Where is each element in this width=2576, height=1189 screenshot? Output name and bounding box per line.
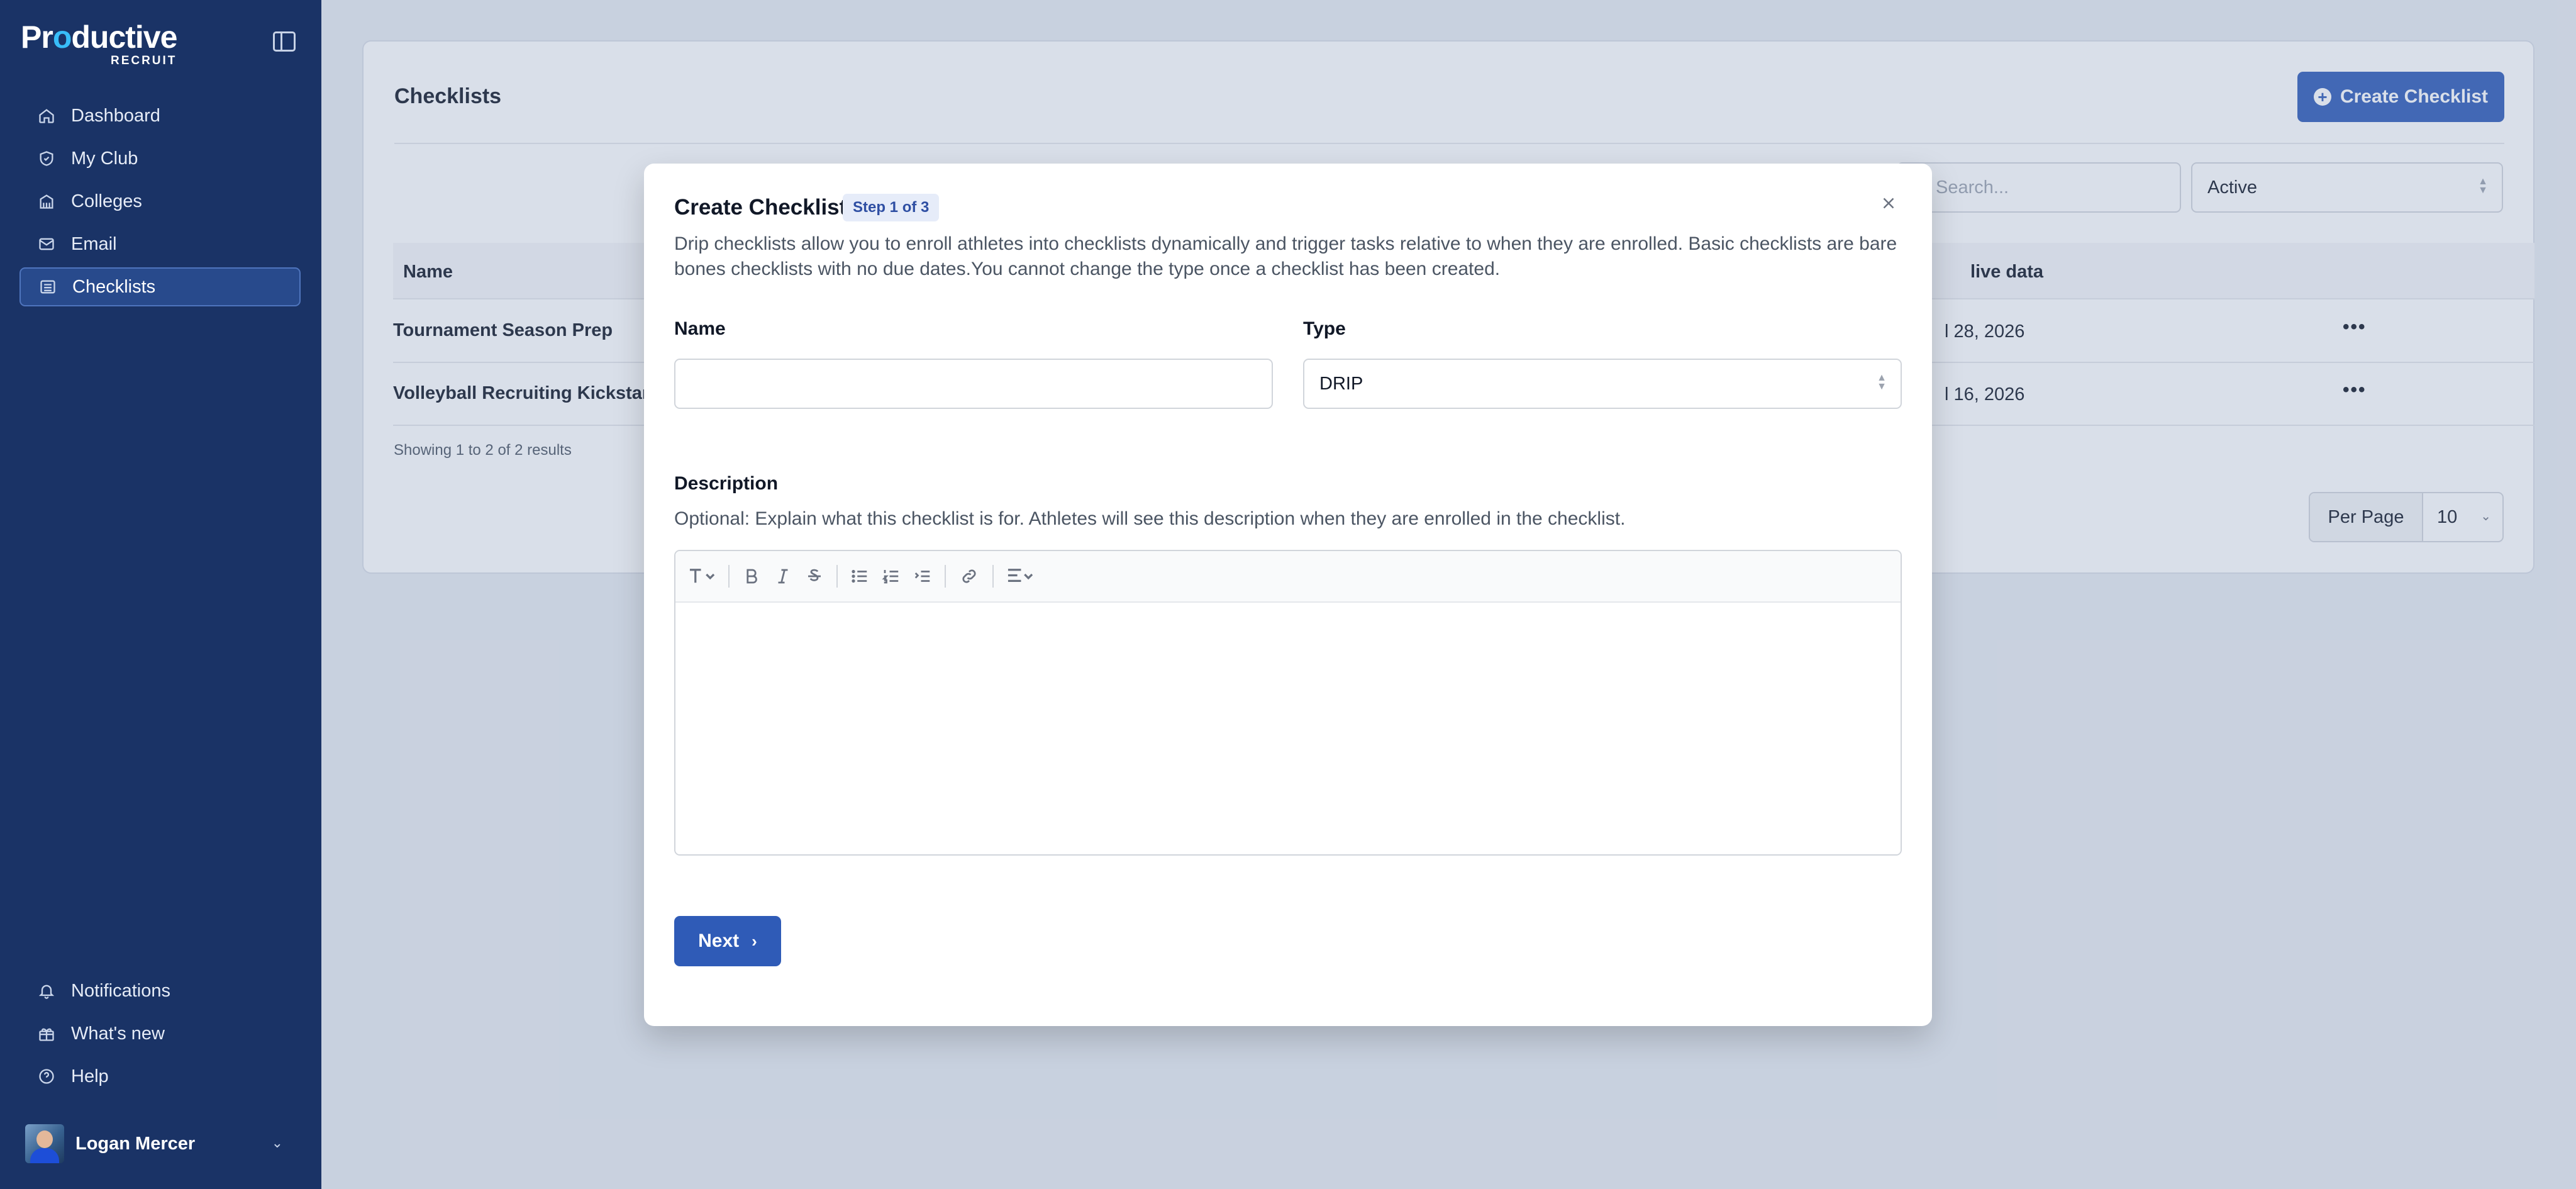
sidebar: Productive RECRUIT Dashboard My Club Col… <box>0 0 321 1189</box>
chevron-down-icon: ⌄ <box>271 1135 283 1151</box>
brand-logo[interactable]: Productive RECRUIT <box>21 21 177 68</box>
sidebar-collapse-icon[interactable] <box>273 31 296 52</box>
next-button[interactable]: Next › <box>674 916 781 966</box>
link-icon[interactable] <box>958 562 980 590</box>
user-name: Logan Mercer <box>75 1133 196 1154</box>
description-label: Description <box>674 473 779 494</box>
toolbar-divider <box>836 565 838 588</box>
name-field[interactable] <box>674 359 1273 409</box>
description-help: Optional: Explain what this checklist is… <box>674 508 1626 529</box>
sidebar-item-label: Colleges <box>71 191 142 211</box>
sidebar-item-dashboard[interactable]: Dashboard <box>19 96 301 135</box>
numbered-list-icon[interactable] <box>882 562 901 590</box>
next-label: Next <box>698 930 740 951</box>
brand-sub: RECRUIT <box>110 54 177 67</box>
sidebar-item-label: Notifications <box>71 980 170 1001</box>
sidebar-item-label: Email <box>71 233 117 254</box>
sidebar-item-email[interactable]: Email <box>19 225 301 264</box>
sidebar-item-label: Checklists <box>72 276 156 297</box>
sidebar-nav: Dashboard My Club Colleges Email Checkli… <box>19 96 301 310</box>
description-editor <box>674 550 1902 856</box>
sidebar-item-colleges[interactable]: Colleges <box>19 182 301 221</box>
sidebar-item-label: My Club <box>71 148 138 169</box>
bell-icon <box>37 981 56 1000</box>
sidebar-item-help[interactable]: Help <box>19 1057 301 1096</box>
gift-icon <box>37 1024 56 1043</box>
text-style-icon[interactable] <box>688 562 716 590</box>
step-badge: Step 1 of 3 <box>843 194 940 221</box>
toolbar-divider <box>992 565 994 588</box>
strikethrough-icon[interactable] <box>805 562 824 590</box>
sidebar-item-my-club[interactable]: My Club <box>19 139 301 178</box>
name-label: Name <box>674 318 726 339</box>
mail-icon <box>37 235 56 254</box>
italic-icon[interactable] <box>774 562 792 590</box>
help-icon <box>37 1067 56 1086</box>
list-icon <box>38 277 57 296</box>
modal-description: Drip checklists allow you to enroll athl… <box>674 233 1897 279</box>
close-icon[interactable] <box>1879 194 1898 213</box>
toolbar-divider <box>728 565 730 588</box>
type-label: Type <box>1303 318 1346 339</box>
avatar <box>25 1124 64 1163</box>
brand-name: Productive <box>21 20 177 55</box>
select-arrows-icon: ▲ ▼ <box>1877 372 1887 392</box>
sidebar-item-label: Dashboard <box>71 105 160 126</box>
chevron-right-icon: › <box>752 931 757 951</box>
editor-content-area[interactable] <box>675 603 1901 854</box>
toolbar-divider <box>945 565 946 588</box>
building-icon <box>37 192 56 211</box>
type-value: DRIP <box>1319 374 1363 394</box>
align-icon[interactable] <box>1006 562 1034 590</box>
type-select[interactable]: DRIP ▲ ▼ <box>1303 359 1902 409</box>
sidebar-bottom-nav: Notifications What's new Help <box>19 971 301 1100</box>
bullet-list-icon[interactable] <box>850 562 869 590</box>
user-menu[interactable]: Logan Mercer ⌄ <box>25 1124 289 1164</box>
sidebar-item-notifications[interactable]: Notifications <box>19 971 301 1010</box>
sidebar-item-checklists[interactable]: Checklists <box>19 267 301 306</box>
modal-title: Create Checklist <box>674 195 847 220</box>
bold-icon[interactable] <box>742 562 761 590</box>
create-checklist-modal: Create Checklist Step 1 of 3 Drip checkl… <box>644 164 1932 1026</box>
sidebar-item-whats-new[interactable]: What's new <box>19 1014 301 1053</box>
editor-toolbar <box>675 551 1901 603</box>
sidebar-item-label: Help <box>71 1066 109 1086</box>
sidebar-item-label: What's new <box>71 1023 165 1044</box>
indent-icon[interactable] <box>913 562 932 590</box>
home-icon <box>37 106 56 125</box>
shield-icon <box>37 149 56 168</box>
